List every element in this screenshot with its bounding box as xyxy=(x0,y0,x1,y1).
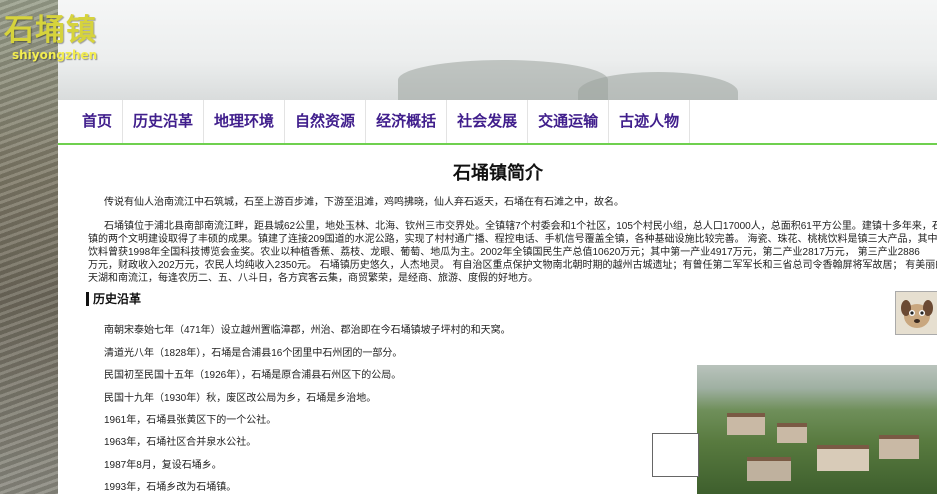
nav-society[interactable]: 社会发展 xyxy=(447,100,529,143)
puppy-thumbnail[interactable] xyxy=(895,291,937,335)
background-scenery-left xyxy=(0,0,58,494)
body-line: 石埇镇位于浦北县南部南流江畔，距县城62公里，地处玉林、北海、钦州三市交界处。全… xyxy=(104,221,937,232)
history-event: 1993年，石埇乡改为石埇镇。 xyxy=(104,482,237,493)
photo-house xyxy=(727,413,765,435)
nav-resources[interactable]: 自然资源 xyxy=(285,100,367,143)
photo-house xyxy=(879,435,919,459)
nav-transport[interactable]: 交通运输 xyxy=(528,100,610,143)
body-line: 万元，财政收入202万元，农民人均纯收入2350元。 石埇镇历史悠久，人杰地灵。… xyxy=(88,260,937,271)
page-title: 石埇镇简介 xyxy=(453,163,543,184)
history-event: 1987年8月，复设石埇乡。 xyxy=(104,460,222,471)
body-line: 天湖和南流江，每逢农历二、五、八斗日，各方宾客云集，商贸繁荣，是经商、旅游、度假… xyxy=(88,273,538,284)
body-line: 镇的两个文明建设取得了丰硕的成果。镇建了连接209国道的水泥公路，实现了村村通广… xyxy=(88,234,937,245)
header-banner xyxy=(58,0,937,112)
section-title-history: 历史沿革 xyxy=(86,292,141,306)
logo-chinese: 石埇镇 xyxy=(4,13,97,48)
history-event: 南朝宋泰始七年（471年）设立越州置临漳郡，州治、郡治即在今石埇镇坡子坪村的和天… xyxy=(104,325,511,336)
history-event: 民国十九年（1930年）秋，废区改公局为乡，石埇是乡治地。 xyxy=(104,393,377,404)
main-nav: 首页 历史沿革 地理环境 自然资源 经济概括 社会发展 交通运输 古迹人物 xyxy=(58,100,937,145)
site-logo[interactable]: 石埇镇 shiyongzhen xyxy=(4,13,98,63)
logo-pinyin: shiyongzhen xyxy=(12,48,98,62)
nav-home[interactable]: 首页 xyxy=(58,100,124,143)
history-event: 1963年，石埇社区合并泉水公社。 xyxy=(104,437,257,448)
photo-house xyxy=(817,445,869,471)
nav-geography[interactable]: 地理环境 xyxy=(204,100,286,143)
nav-history[interactable]: 历史沿革 xyxy=(123,100,205,143)
history-event: 清道光八年（1828年），石埇是合浦县16个团里中石州团的一部分。 xyxy=(104,348,403,359)
photo-house xyxy=(747,457,791,481)
floating-panel[interactable] xyxy=(652,433,699,477)
photo-house xyxy=(777,423,807,443)
history-event: 1961年，石埇县张黄区下的一个公社。 xyxy=(104,415,277,426)
nav-heritage[interactable]: 古迹人物 xyxy=(609,100,691,143)
village-photo xyxy=(697,365,937,494)
intro-paragraph: 传说有仙人治南流江中石筑城，石至上游百步滩，下游至沮滩，鸡鸣拂晓，仙人弃石返天，… xyxy=(104,197,624,208)
dog-icon xyxy=(896,292,937,334)
banner-mountain xyxy=(398,60,608,100)
history-event: 民国初至民国十五年（1926年），石埇是原合浦县石州区下的公局。 xyxy=(104,370,402,381)
nav-economy[interactable]: 经济概括 xyxy=(366,100,448,143)
body-line: 饮料曾获1998年全国科技博览会金奖。农业以种植香蕉、荔枝、龙眼、葡萄、地瓜为主… xyxy=(88,247,920,258)
